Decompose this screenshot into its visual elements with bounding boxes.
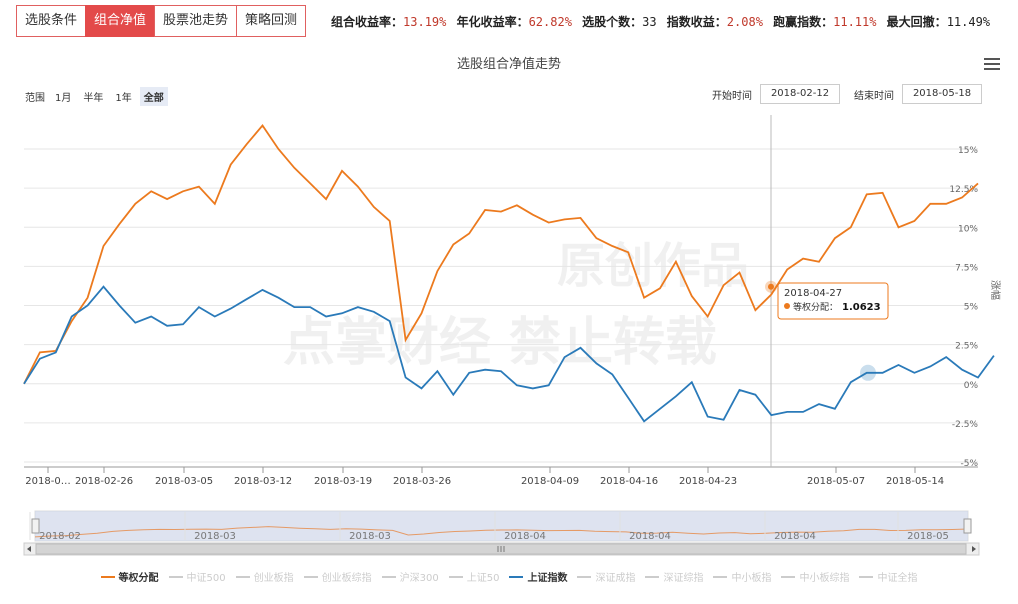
legend-item-csi500[interactable]: 中证500 <box>168 569 226 584</box>
y-tick-label: 0% <box>964 381 979 391</box>
legend-item-sme-board[interactable]: 中小板指 <box>713 569 771 584</box>
y-tick-label: 15% <box>958 146 978 156</box>
y-tick-label: 2.5% <box>955 342 978 352</box>
navigator-scrollbar[interactable] <box>23 542 980 556</box>
x-tick-label: 2018-03-19 <box>314 476 372 487</box>
navigator-handle-right[interactable] <box>963 518 972 534</box>
x-tick-label: 2018-03-26 <box>393 476 451 487</box>
tooltip-series-name: 等权分配： <box>793 301 838 313</box>
x-tick-label: 2018-0… <box>25 476 70 487</box>
legend-item-chinext[interactable]: 创业板指 <box>235 569 294 584</box>
navigator[interactable]: 2018-02 2018-03 2018-03 2018-04 2018-04 2018-… <box>29 510 972 542</box>
y-axis-ticks: -5%-2.5%0%2.5%5%7.5%10%12.5%15% <box>949 146 978 469</box>
x-tick-label: 2018-05-14 <box>886 476 944 487</box>
navigator-label: 2018-04 <box>504 531 546 542</box>
tooltip: 2018-04-27 等权分配： 1.0623 <box>777 282 889 320</box>
x-tick-label: 2018-04-16 <box>600 476 658 487</box>
tooltip-date: 2018-04-27 <box>784 288 842 299</box>
x-tick-label: 2018-05-07 <box>807 476 865 487</box>
watermark-text-2: 点掌财经 禁止转载 <box>283 313 717 373</box>
navigator-label: 2018-05 <box>907 531 949 542</box>
x-tick-label: 2018-03-12 <box>234 476 292 487</box>
legend-item-csi300[interactable]: 沪深300 <box>381 569 439 584</box>
hover-marker-sse <box>860 364 876 381</box>
legend-item-szse-component[interactable]: 深证成指 <box>577 569 635 584</box>
line-chart: 原创作品 点掌财经 禁止转载 -5%-2.5%0%2.5%5%7.5%10%12… <box>23 115 1002 556</box>
x-tick-label: 2018-02-26 <box>75 476 133 487</box>
y-tick-label: -2.5% <box>952 420 979 430</box>
y-tick-label: 7.5% <box>955 263 978 273</box>
navigator-label: 2018-04 <box>774 531 816 542</box>
x-tick-label: 2018-04-09 <box>521 476 579 487</box>
hover-marker-dot <box>768 283 774 290</box>
legend: 等权分配 中证500 创业板指 创业板综指 沪深300 上证50 上证指数 深证… <box>0 569 1018 584</box>
navigator-label: 2018-02 <box>39 531 81 542</box>
y-tick-label: 10% <box>958 224 978 234</box>
legend-item-equal-weight[interactable]: 等权分配 <box>100 569 159 584</box>
legend-item-sse-composite[interactable]: 上证指数 <box>509 569 567 584</box>
x-tick-label: 2018-04-23 <box>679 476 737 487</box>
y-tick-label: 5% <box>964 303 979 313</box>
x-tick-label: 2018-03-05 <box>155 476 213 487</box>
navigator-label: 2018-03 <box>194 531 236 542</box>
series-group <box>23 124 995 423</box>
navigator-handle-left[interactable] <box>31 518 40 534</box>
tooltip-series-dot <box>784 303 790 309</box>
legend-item-sse50[interactable]: 上证50 <box>448 569 499 584</box>
legend-item-szse-composite[interactable]: 深证综指 <box>645 569 703 584</box>
y-axis-label: 涨幅 <box>989 280 1002 300</box>
legend-item-sme-composite[interactable]: 中小板综指 <box>781 569 849 584</box>
navigator-label: 2018-04 <box>629 531 671 542</box>
legend-item-csi-all-share[interactable]: 中证全指 <box>859 569 917 584</box>
x-axis-ticks: 2018-0… 2018-02-26 2018-03-05 2018-03-12 201… <box>25 467 944 487</box>
tooltip-value: 1.0623 <box>842 302 881 313</box>
navigator-label: 2018-03 <box>349 531 391 542</box>
navigator-selection[interactable] <box>35 511 968 541</box>
legend-item-chinext-composite[interactable]: 创业板综指 <box>303 569 372 584</box>
